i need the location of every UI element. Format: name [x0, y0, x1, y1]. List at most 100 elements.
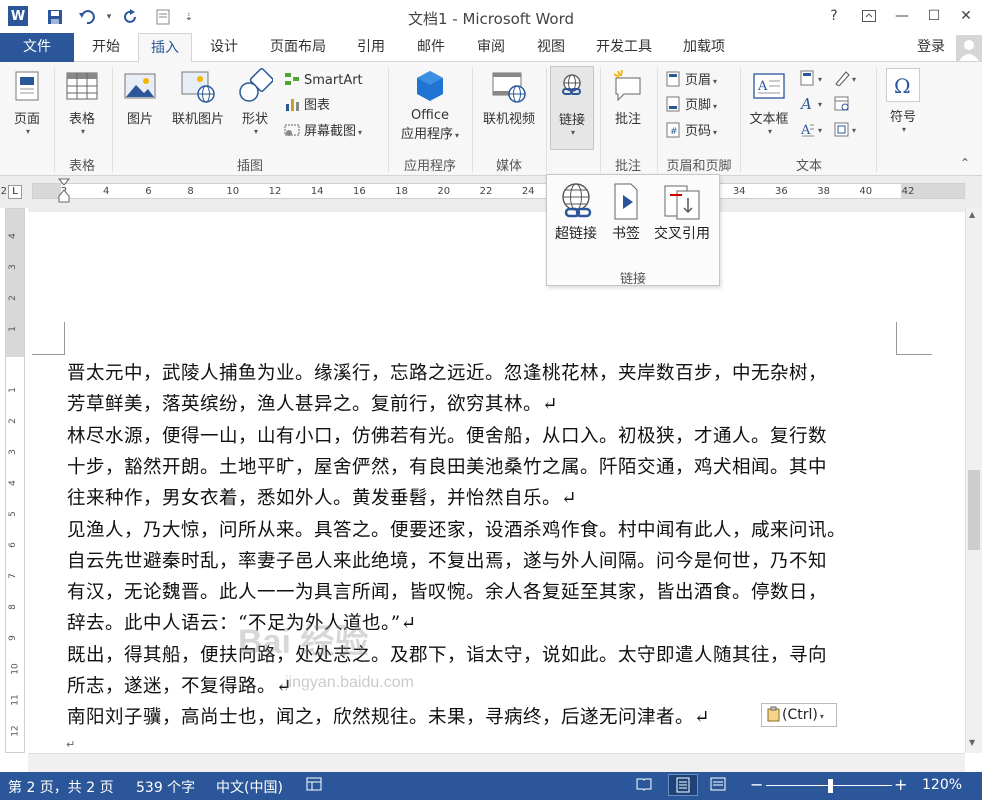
text-line[interactable]: 晋太元中，武陵人捕鱼为业。缘溪行，忘路之远近。忽逢桃花林，夹岸数百步，中无杂树， [67, 359, 827, 385]
object-icon[interactable]: ▾ [834, 121, 864, 141]
text-line[interactable]: 芳草鲜美，落英缤纷，渔人甚异之。复前行，欲穷其林。↵ [67, 390, 558, 416]
tab-developer[interactable]: 开发工具 [584, 33, 664, 62]
page-number-button[interactable]: # 页码 ▾ [665, 121, 717, 143]
tab-page-layout[interactable]: 页面布局 [258, 33, 338, 62]
tab-references[interactable]: 引用 [344, 33, 398, 62]
screenshot-button[interactable]: 屏幕截图 ▾ [284, 121, 362, 143]
text-line[interactable]: 见渔人，乃大惊，问所从来。具答之。便要还家，设酒杀鸡作食。村中闻有此人，咸来问讯… [67, 516, 846, 542]
office-apps-icon [412, 68, 448, 104]
links-button[interactable]: 链接 ▾ [550, 66, 594, 150]
links-label: 链接 [558, 113, 585, 128]
vertical-ruler-tick: 10 [10, 663, 21, 675]
ruler-area: L 22468101214161820222426283032343638404… [0, 176, 982, 208]
text-line[interactable]: 自云先世避秦时乱，率妻子邑人来此绝境，不复出焉，遂与外人间隔。问今是何世，乃不知 [67, 547, 827, 573]
help-button[interactable]: ? [820, 5, 848, 27]
picture-label: 图片 [126, 112, 153, 127]
office-apps-button[interactable]: Office 应用程序 ▾ [392, 68, 468, 142]
picture-button[interactable]: 图片 [118, 68, 162, 127]
table-button[interactable]: 表格 ▾ [60, 68, 104, 136]
office-apps-label-1: Office [411, 108, 449, 123]
vertical-ruler-tick: 9 [7, 635, 18, 641]
login-link[interactable]: 登录 [906, 33, 956, 62]
pages-label: 页面 [13, 112, 40, 127]
page-number-icon: # [665, 122, 681, 138]
group-label-apps: 应用程序 [403, 159, 456, 174]
ruler-tick: 42 [901, 186, 915, 197]
minimize-button[interactable]: — [888, 5, 916, 27]
read-mode-icon[interactable] [636, 777, 652, 795]
svg-text:A: A [800, 123, 811, 137]
online-video-button[interactable]: 联机视频 [476, 68, 542, 127]
macro-recording-icon[interactable] [306, 777, 322, 795]
tab-design[interactable]: 设计 [198, 33, 250, 62]
hyperlink-icon [556, 181, 596, 223]
chart-button[interactable]: 图表 [284, 95, 330, 117]
tab-view[interactable]: 视图 [524, 33, 578, 62]
symbols-button[interactable]: Ω 符号 ▾ [880, 68, 926, 134]
watermark-logo: Bai 经验 [238, 623, 369, 661]
vertical-scrollbar[interactable]: ▲ ▼ [965, 208, 982, 753]
pages-button[interactable]: 页面 ▾ [6, 68, 48, 136]
hyperlink-button[interactable]: 超链接 [551, 181, 601, 243]
date-time-icon[interactable] [834, 95, 864, 115]
text-line[interactable]: 林尽水源，便得一山，山有小口，仿佛若有光。便舍船，从口入。初极狭，才通人。复行数 [67, 422, 827, 448]
quick-parts-icon[interactable]: ▾ [800, 70, 830, 90]
language-status[interactable]: 中文(中国) [216, 777, 283, 797]
online-picture-button[interactable]: 联机图片 [166, 68, 230, 127]
group-label-text: 文本 [795, 159, 822, 174]
shapes-button[interactable]: 形状 ▾ [234, 68, 276, 136]
web-layout-icon[interactable] [710, 777, 726, 795]
bookmark-button[interactable]: 书签 [607, 181, 645, 243]
zoom-level[interactable]: 120% [922, 777, 962, 793]
collapse-ribbon-icon[interactable]: ⌃ [960, 156, 970, 170]
dropdown-group-label: 链接 [619, 272, 646, 287]
avatar[interactable] [956, 35, 982, 61]
tab-home[interactable]: 开始 [80, 33, 132, 62]
word-count-status[interactable]: 539 个字 [136, 777, 195, 797]
page-count-status[interactable]: 第 2 页，共 2 页 [8, 777, 114, 797]
close-button[interactable]: ✕ [952, 5, 980, 27]
symbols-label: 符号 [889, 110, 916, 125]
header-button[interactable]: 页眉 ▾ [665, 70, 717, 92]
indent-marker-icon[interactable] [57, 178, 71, 210]
ruler-tick: 8 [187, 186, 194, 197]
tab-addins[interactable]: 加载项 [672, 33, 736, 62]
ruler-tick: 12 [268, 186, 282, 197]
zoom-in-button[interactable]: + [894, 775, 907, 794]
tab-review[interactable]: 审阅 [464, 33, 518, 62]
text-line[interactable]: 所志，遂迷，不复得路。↵ [67, 672, 292, 698]
drop-cap-icon[interactable]: A ▾ [800, 121, 830, 141]
scroll-up-icon[interactable]: ▲ [969, 210, 975, 219]
text-line[interactable]: 往来种作，男女衣着，悉如外人。黄发垂髫，并怡然自乐。↵ [67, 484, 577, 510]
text-line[interactable]: 有汉，无论魏晋。此人一一为具言所闻，皆叹惋。余人各复延至其家，皆出酒食。停数日， [67, 578, 827, 604]
restore-button[interactable]: ☐ [920, 5, 948, 27]
tab-insert[interactable]: 插入 [138, 33, 192, 63]
footer-button[interactable]: 页脚 ▾ [665, 95, 717, 117]
comment-button[interactable]: 批注 [604, 68, 652, 127]
scroll-down-icon[interactable]: ▼ [969, 738, 975, 747]
cross-reference-button[interactable]: 交叉引用 [649, 181, 715, 243]
signature-line-icon[interactable]: ▾ [834, 70, 864, 90]
paste-options-button[interactable]: (Ctrl) ▾ [761, 703, 837, 727]
wordart-icon[interactable]: A ▾ [799, 95, 830, 115]
scroll-thumb[interactable] [968, 470, 980, 550]
print-layout-icon[interactable] [668, 774, 698, 796]
text-line[interactable]: 十步，豁然开朗。土地平旷，屋舍俨然，有良田美池桑竹之属。阡陌交通，鸡犬相闻。其中 [67, 453, 827, 479]
zoom-slider-thumb[interactable] [828, 779, 833, 793]
horizontal-scrollbar[interactable] [28, 753, 965, 772]
horizontal-ruler[interactable]: 224681012141618202224262830323436384042 [1, 183, 965, 199]
paragraph-mark: ↵ [66, 738, 76, 751]
zoom-out-button[interactable]: − [750, 775, 763, 794]
smartart-button[interactable]: SmartArt [284, 70, 363, 92]
vertical-ruler-tick: 6 [7, 542, 18, 548]
text-line[interactable]: 南阳刘子骥，高尚士也，闻之，欣然规往。未果，寻病终，后遂无问津者。↵ [67, 703, 710, 729]
ruler-tick: 20 [437, 186, 451, 197]
text-line[interactable]: 既出，得其船，便扶向路，处处志之。及郡下，诣太守，说如此。太守即遣人随其往，寻向 [67, 641, 827, 667]
ruler-tick: 40 [859, 186, 873, 197]
ruler-tick: 10 [226, 186, 240, 197]
tab-mailings[interactable]: 邮件 [404, 33, 458, 62]
tab-file[interactable]: 文件 [0, 33, 74, 62]
ribbon-display-options-icon[interactable] [855, 5, 883, 27]
textbox-button[interactable]: A 文本框 ▾ [744, 68, 794, 136]
vertical-ruler[interactable]: 4 3 2 1 1 2 3 4 5 6 7 8 9 10 11 12 [5, 208, 25, 753]
